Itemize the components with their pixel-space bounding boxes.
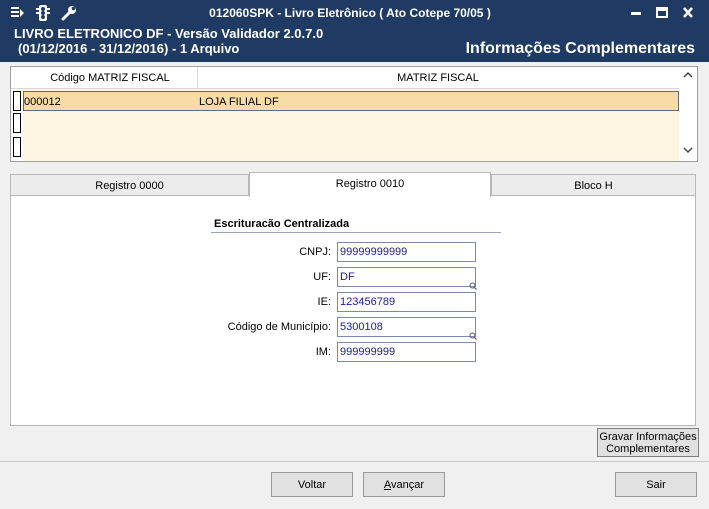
- maximize-icon[interactable]: [652, 4, 672, 22]
- period-text: (01/12/2016 - 31/12/2016) - 1 Arquivo: [18, 41, 240, 56]
- tab-panel: Escrituracão Centralizada CNPJ: UF: IE: …: [10, 195, 696, 426]
- matriz-fiscal-grid[interactable]: Código MATRIZ FISCAL MATRIZ FISCAL 00001…: [10, 66, 698, 162]
- table-row[interactable]: 000012 LOJA FILIAL DF: [23, 91, 679, 111]
- next-mnemonic: A: [383, 479, 392, 491]
- scroll-up-icon[interactable]: [679, 70, 697, 86]
- lookup-icon[interactable]: [469, 331, 477, 340]
- traffic-light-icon[interactable]: [34, 4, 52, 22]
- column-header-matriz[interactable]: MATRIZ FISCAL: [197, 72, 679, 84]
- section-title: Escrituracão Centralizada: [214, 218, 350, 230]
- row-selector[interactable]: [13, 137, 21, 157]
- save-complementary-button[interactable]: Gravar Informações Complementares: [597, 428, 699, 457]
- next-button[interactable]: Avançar: [363, 472, 445, 497]
- save-button-line1: Gravar Informações: [599, 431, 697, 443]
- wrench-icon[interactable]: [60, 4, 78, 22]
- vertical-scrollbar[interactable]: [679, 67, 697, 161]
- save-button-line2: Complementares: [606, 443, 690, 455]
- tab-strip: Registro 0000 Registro 0010 Bloco H: [10, 172, 696, 197]
- cnpj-field[interactable]: [337, 242, 476, 262]
- title-bar: 012060SPK - Livro Eletrônico ( Ato Cotep…: [0, 0, 709, 26]
- lookup-icon[interactable]: [469, 281, 477, 290]
- grid-body: 000012 LOJA FILIAL DF: [11, 89, 679, 161]
- scroll-down-icon[interactable]: [679, 145, 697, 161]
- next-label: vançar: [391, 479, 425, 491]
- cell-codigo: 000012: [24, 96, 61, 108]
- minimize-icon[interactable]: [626, 4, 646, 22]
- footer-divider: [0, 461, 709, 462]
- column-header-codigo[interactable]: Código MATRIZ FISCAL: [23, 72, 197, 84]
- cnpj-label: CNPJ:: [299, 246, 331, 258]
- uf-label: UF:: [313, 271, 331, 283]
- im-field[interactable]: [337, 342, 476, 362]
- menu-icon[interactable]: [8, 4, 26, 22]
- ie-label: IE:: [317, 296, 331, 308]
- cell-matriz: LOJA FILIAL DF: [199, 96, 279, 108]
- tab-bloco-h[interactable]: Bloco H: [491, 174, 696, 196]
- back-button[interactable]: Voltar: [271, 472, 353, 497]
- tab-registro-0000[interactable]: Registro 0000: [10, 174, 249, 196]
- row-selector[interactable]: [13, 91, 21, 111]
- exit-button[interactable]: Sair: [615, 472, 697, 497]
- section-divider: [211, 232, 501, 233]
- im-label: IM:: [315, 346, 331, 358]
- municipio-label: Código de Município:: [227, 321, 331, 333]
- version-text: LIVRO ELETRONICO DF - Versão Validador 2…: [14, 26, 324, 41]
- window-title: 012060SPK - Livro Eletrônico ( Ato Cotep…: [209, 6, 491, 20]
- page-title: Informações Complementares: [465, 40, 695, 57]
- tab-registro-0010[interactable]: Registro 0010: [249, 172, 491, 197]
- row-indicator-column: [11, 89, 23, 161]
- grid-header: Código MATRIZ FISCAL MATRIZ FISCAL: [11, 67, 679, 89]
- municipio-field[interactable]: [337, 317, 476, 337]
- close-icon[interactable]: [678, 4, 698, 22]
- uf-field[interactable]: [337, 267, 476, 287]
- row-selector[interactable]: [13, 113, 21, 133]
- ie-field[interactable]: [337, 292, 476, 312]
- app-header: LIVRO ELETRONICO DF - Versão Validador 2…: [0, 26, 709, 62]
